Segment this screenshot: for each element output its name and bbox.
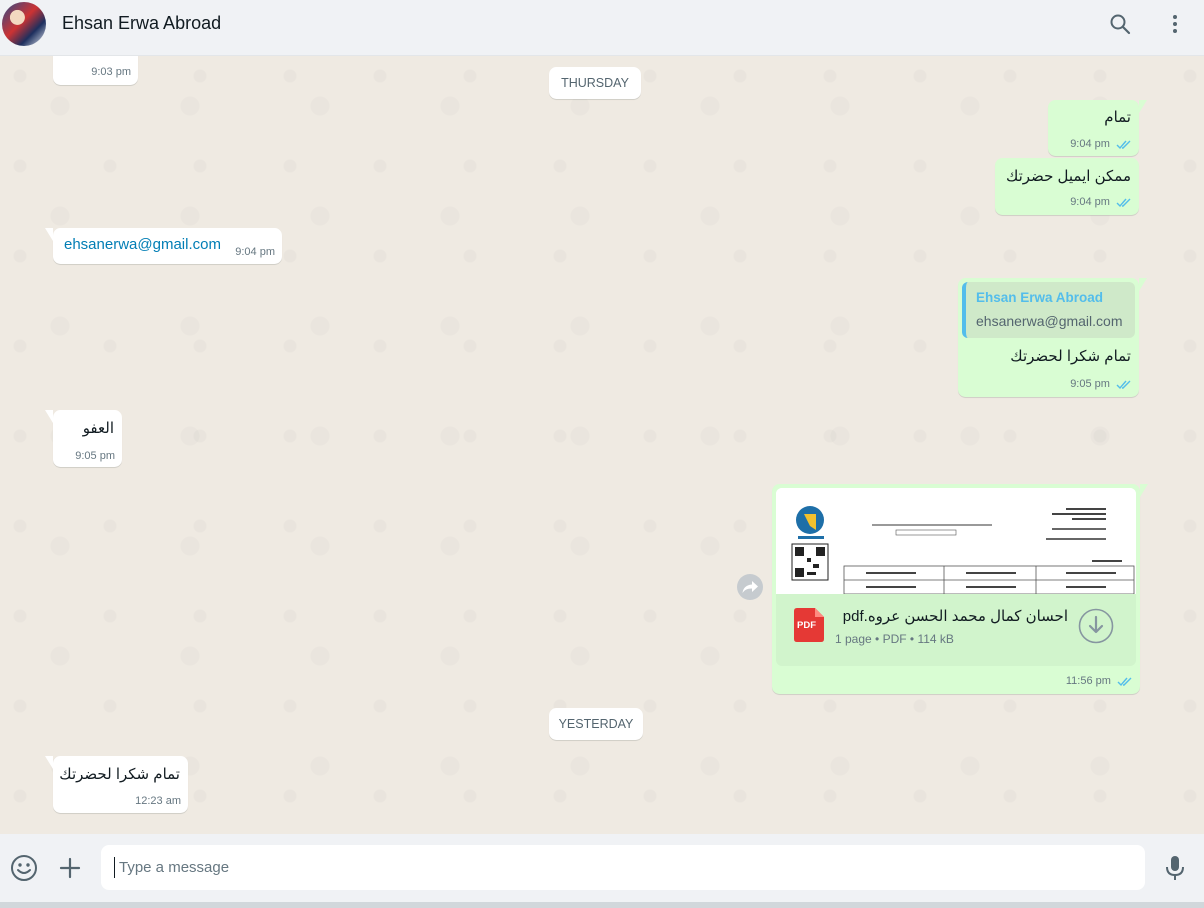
bubble-tail <box>45 410 53 423</box>
plus-icon[interactable] <box>58 856 82 880</box>
message-outgoing[interactable]: ممكن ايميل حضرتك 9:04 pm <box>995 158 1139 215</box>
emoji-icon[interactable] <box>10 854 38 882</box>
document-file-name[interactable]: احسان كمال محمد الحسن عروه.pdf <box>843 607 1068 625</box>
date-separator: THURSDAY <box>549 67 641 99</box>
message-incoming[interactable]: 9:03 pm <box>53 56 138 85</box>
text-cursor <box>114 857 115 878</box>
message-time: 9:05 pm <box>75 450 115 462</box>
message-text: تمام شكرا لحضرتك <box>59 766 180 783</box>
download-icon[interactable] <box>1078 608 1114 644</box>
message-list[interactable]: 9:03 pm THURSDAY تمام 9:04 pm ممكن ايميل… <box>0 56 1204 834</box>
message-outgoing-reply[interactable]: Ehsan Erwa Abroad ehsanerwa@gmail.com تم… <box>958 278 1147 397</box>
read-receipt-icon <box>1116 198 1131 207</box>
message-input[interactable] <box>101 845 1145 890</box>
message-incoming[interactable]: العفو 9:05 pm <box>45 410 122 467</box>
read-receipt-icon <box>1116 380 1131 389</box>
message-time: 11:56 pm <box>1066 675 1133 687</box>
message-text: تمام شكرا لحضرتك <box>1010 348 1131 365</box>
quote-author: Ehsan Erwa Abroad <box>976 290 1104 305</box>
message-text: ممكن ايميل حضرتك <box>1005 168 1131 185</box>
message-outgoing[interactable]: تمام 9:04 pm <box>1048 100 1147 156</box>
date-separator: YESTERDAY <box>549 708 643 740</box>
message-time: 9:04 pm <box>235 246 275 258</box>
message-incoming[interactable]: ehsanerwa@gmail.com 9:04 pm <box>45 228 282 264</box>
bubble-tail <box>1139 100 1147 113</box>
read-receipt-icon <box>1116 140 1131 149</box>
message-time: 9:05 pm <box>1070 378 1132 390</box>
message-time: 9:04 pm <box>1070 138 1132 150</box>
contact-name[interactable]: Ehsan Erwa Abroad <box>62 13 221 34</box>
message-text: تمام <box>1104 109 1131 126</box>
window-bottom-edge <box>0 902 1204 908</box>
document-type: PDF <box>882 632 907 646</box>
bubble-tail <box>45 228 53 241</box>
message-text: العفو <box>82 420 114 437</box>
bubble-tail <box>1140 484 1148 497</box>
document-pages: 1 page <box>835 632 872 646</box>
document-thumbnail-image <box>776 488 1136 594</box>
microphone-icon[interactable] <box>1164 854 1186 882</box>
search-icon[interactable] <box>1108 12 1132 36</box>
forward-icon[interactable] <box>736 573 764 601</box>
read-receipt-icon <box>1117 677 1132 686</box>
message-time: 9:04 pm <box>1070 196 1132 208</box>
contact-avatar[interactable] <box>2 2 46 46</box>
message-input-box[interactable] <box>101 845 1145 890</box>
quoted-message[interactable]: Ehsan Erwa Abroad ehsanerwa@gmail.com <box>962 282 1135 338</box>
email-link[interactable]: ehsanerwa@gmail.com <box>64 236 221 253</box>
document-meta: 1 page • PDF • 114 kB <box>835 632 954 646</box>
document-preview[interactable] <box>776 488 1136 594</box>
message-outgoing-document[interactable]: PDF احسان كمال محمد الحسن عروه.pdf 1 pag… <box>772 484 1148 694</box>
message-time-text: 9:04 pm <box>1070 196 1110 208</box>
document-card[interactable]: PDF احسان كمال محمد الحسن عروه.pdf 1 pag… <box>776 594 1136 666</box>
bubble-tail <box>45 756 53 769</box>
message-time-text: 9:05 pm <box>1070 378 1110 390</box>
chat-header: Ehsan Erwa Abroad <box>0 0 1204 56</box>
pdf-icon-label: PDF <box>797 620 816 631</box>
quote-text: ehsanerwa@gmail.com <box>976 313 1123 329</box>
message-incoming[interactable]: تمام شكرا لحضرتك 12:23 am <box>45 756 188 813</box>
kebab-menu-icon[interactable] <box>1163 12 1187 36</box>
document-size: 114 kB <box>917 632 954 646</box>
bubble-tail <box>1139 278 1147 291</box>
message-time-text: 9:04 pm <box>1070 138 1110 150</box>
message-time: 12:23 am <box>135 795 181 807</box>
message-time-text: 11:56 pm <box>1065 675 1111 687</box>
message-composer <box>0 834 1204 908</box>
message-time: 9:03 pm <box>91 66 131 78</box>
